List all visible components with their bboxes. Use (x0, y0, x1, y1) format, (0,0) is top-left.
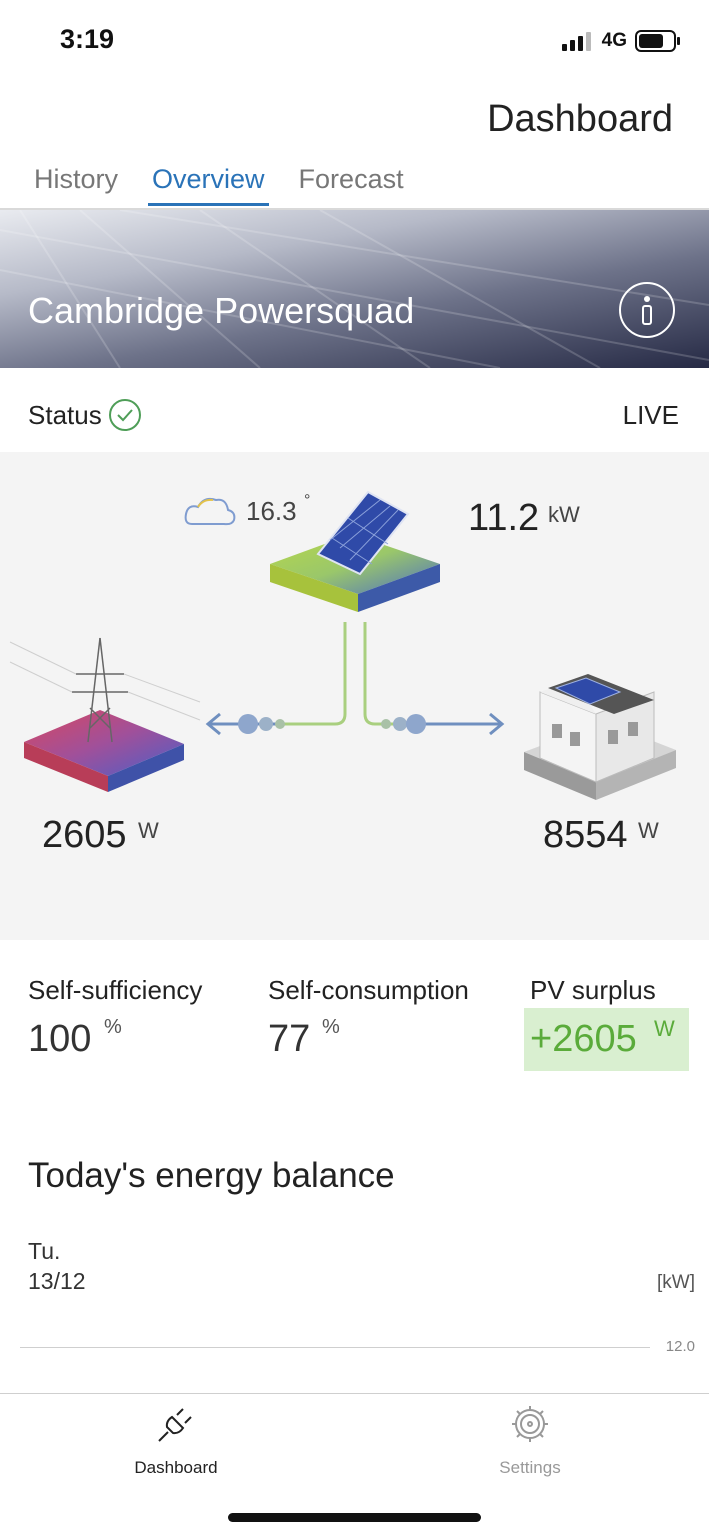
status-bar-right: 4G (561, 30, 681, 52)
self-consumption-label: Self-consumption (268, 975, 469, 1005)
page-title: Dashboard (487, 98, 673, 140)
self-consumption-unit: % (322, 1016, 340, 1038)
plant-banner: Cambridge Powersquad (0, 210, 709, 368)
nav-settings[interactable]: Settings (430, 1403, 630, 1478)
home-indicator[interactable] (228, 1513, 481, 1522)
gear-icon (512, 1406, 548, 1442)
chart-gridline (20, 1347, 650, 1348)
pv-power-unit: kW (548, 502, 580, 527)
house-power-value: 8554 (543, 814, 628, 856)
grid-power-value: 2605 (42, 814, 127, 856)
pv-surplus-value: +2605 (530, 1018, 637, 1060)
self-sufficiency-label: Self-sufficiency (28, 975, 203, 1005)
nav-settings-label: Settings (499, 1458, 561, 1477)
balance-date: 13/12 (28, 1268, 86, 1294)
self-consumption-value: 77 (268, 1018, 311, 1060)
info-button[interactable] (619, 282, 675, 338)
grid-power-unit: W (138, 818, 159, 843)
tab-forecast[interactable]: Forecast (295, 160, 408, 206)
balance-unit: [kW] (657, 1272, 695, 1293)
tab-bar: History Overview Forecast (30, 160, 408, 206)
cloud-icon (184, 497, 236, 526)
tab-overview[interactable]: Overview (148, 160, 269, 206)
temperature-value: 16.3 (246, 496, 297, 526)
self-sufficiency-value: 100 (28, 1018, 92, 1060)
nav-divider (0, 1393, 709, 1394)
temperature-unit: ° (304, 492, 311, 509)
energy-balance-title: Today's energy balance (28, 1156, 395, 1195)
nav-dashboard-label: Dashboard (134, 1458, 218, 1477)
nav-dashboard[interactable]: Dashboard (76, 1403, 276, 1478)
self-sufficiency-unit: % (104, 1016, 122, 1038)
live-indicator: LIVE (622, 400, 679, 430)
chart-y-tick: 12.0 (665, 1338, 695, 1355)
house-icon (524, 674, 676, 800)
tab-history[interactable]: History (30, 160, 122, 206)
balance-day: Tu. (28, 1238, 61, 1264)
plant-name: Cambridge Powersquad (28, 290, 415, 331)
info-icon (642, 296, 652, 325)
battery-icon (635, 30, 680, 52)
check-circle-icon (109, 399, 141, 431)
plug-icon (158, 1408, 192, 1442)
house-power-unit: W (638, 818, 659, 843)
power-grid-icon (9, 637, 201, 792)
pv-surplus-label: PV surplus (530, 975, 656, 1005)
energy-flow-diagram (9, 490, 676, 800)
pv-power-value: 11.2 (468, 497, 540, 539)
signal-icon (561, 32, 591, 51)
network-type: 4G (601, 30, 627, 51)
status-bar-time: 3:19 (60, 24, 115, 54)
status-label: Status (28, 400, 102, 430)
pv-surplus-unit: W (654, 1016, 675, 1041)
solar-panels-background (0, 210, 709, 368)
